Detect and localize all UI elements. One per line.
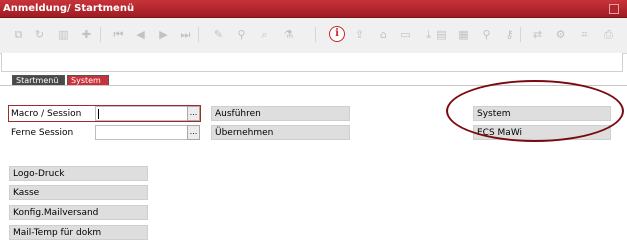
toolbar-separator: [198, 27, 199, 42]
remote-session-label: Ferne Session: [11, 128, 74, 138]
folder-icon[interactable]: ▦: [456, 27, 471, 42]
window-title: Anmeldung/ Startmenü: [3, 3, 135, 14]
mail-config-button[interactable]: Konfig.Mailversand: [9, 205, 148, 220]
logo-print-button[interactable]: Logo-Druck: [9, 166, 148, 181]
copy-icon[interactable]: ⧉: [11, 27, 26, 42]
highlight-ellipse: [446, 80, 624, 142]
tag-icon[interactable]: ⌗: [577, 27, 592, 42]
next-icon[interactable]: ▶: [156, 27, 171, 42]
tab-label: Startmenü: [16, 76, 59, 85]
macro-session-lookup-button[interactable]: ...: [187, 106, 200, 121]
macro-session-label: Macro / Session: [11, 109, 82, 119]
document-icon[interactable]: ▤: [434, 27, 449, 42]
close-icon[interactable]: [609, 4, 619, 14]
link-icon[interactable]: ⚲: [234, 27, 249, 42]
execute-button[interactable]: Ausführen: [211, 106, 350, 121]
mail-template-button[interactable]: Mail-Temp für dokm: [9, 225, 148, 240]
remote-session-lookup-button[interactable]: ...: [187, 125, 200, 140]
command-input-bar[interactable]: [1, 53, 623, 72]
info-icon[interactable]: i: [329, 26, 345, 42]
key-icon[interactable]: ⚷: [502, 27, 517, 42]
home-icon[interactable]: ⌂: [376, 27, 391, 42]
edit-icon[interactable]: ✎: [211, 27, 226, 42]
window-titlebar: Anmeldung/ Startmenü: [0, 0, 627, 18]
toolbar-separator: [100, 27, 101, 42]
settings-icon[interactable]: ⚙: [553, 27, 568, 42]
toolbar-separator: [520, 27, 521, 42]
text-caret: [98, 109, 99, 119]
apply-button[interactable]: Übernehmen: [211, 125, 350, 140]
print-icon[interactable]: ⎙: [601, 27, 616, 42]
filter-icon[interactable]: ⚗: [281, 27, 296, 42]
toolbar: ⧉ ↻ ▥ ✚ ⏮ ◀ ▶ ⏭ ✎ ⚲ ⌕ ⚗ i ⇪ ⌂ ▭ ⤓ ▤ ▦ ⚲ …: [0, 18, 627, 54]
first-icon[interactable]: ⏮: [111, 27, 126, 42]
prev-icon[interactable]: ◀: [133, 27, 148, 42]
delete-icon[interactable]: ▥: [56, 27, 71, 42]
macro-session-input[interactable]: ...: [95, 106, 200, 121]
cashbox-button[interactable]: Kasse: [9, 185, 148, 200]
refresh-icon[interactable]: ↻: [32, 27, 47, 42]
toolbar-separator: [315, 27, 316, 42]
tab-label: System: [71, 76, 101, 85]
add-icon[interactable]: ✚: [79, 27, 94, 42]
zoom-icon[interactable]: ⚲: [479, 27, 494, 42]
remote-session-input[interactable]: ...: [95, 125, 200, 140]
upload-icon[interactable]: ⇪: [352, 27, 367, 42]
last-icon[interactable]: ⏭: [178, 27, 193, 42]
window-icon[interactable]: ▭: [398, 27, 413, 42]
search-record-icon[interactable]: ⌕: [257, 27, 272, 42]
exchange-icon[interactable]: ⇄: [530, 27, 545, 42]
